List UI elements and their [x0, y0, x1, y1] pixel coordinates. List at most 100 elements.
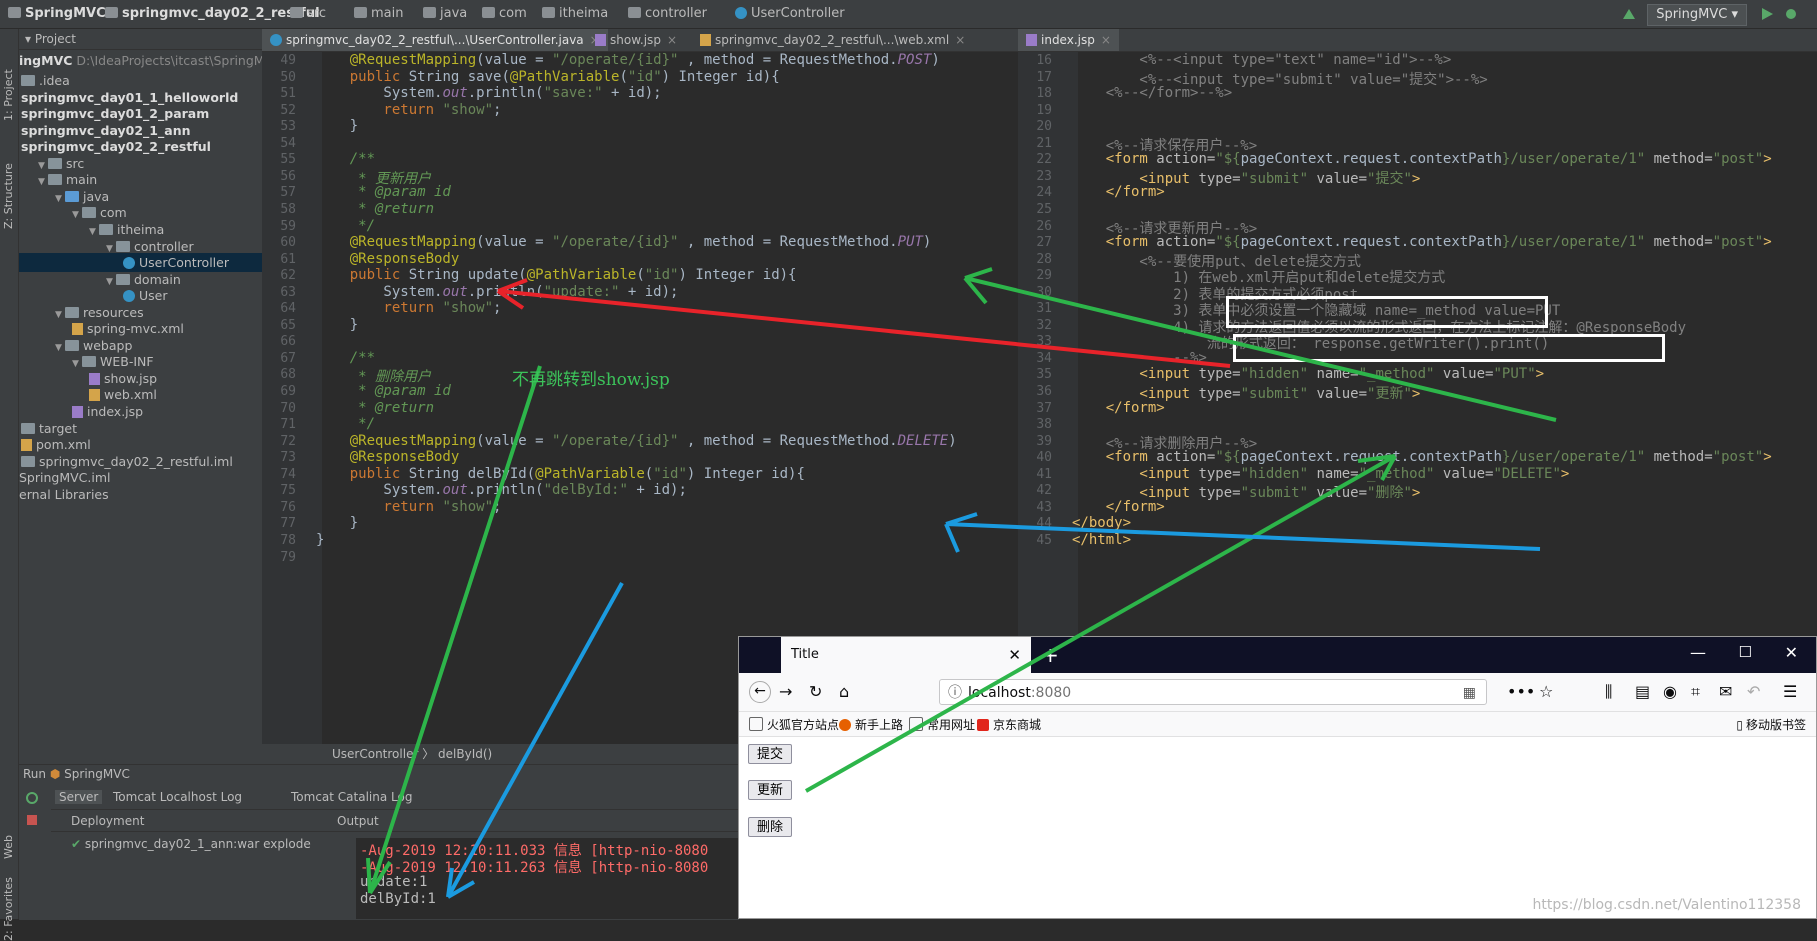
maximize-icon[interactable]: ☐: [1739, 643, 1752, 661]
minimize-icon[interactable]: —: [1690, 643, 1706, 662]
close-icon[interactable]: ✕: [1008, 637, 1021, 673]
page-actions-icon[interactable]: •••: [1507, 682, 1535, 701]
breadcrumb-class[interactable]: UserController: [735, 6, 845, 21]
project-tool-tab[interactable]: 1: Project: [2, 69, 15, 121]
undo-icon[interactable]: ↶: [1747, 682, 1760, 701]
code-line: </body>: [1072, 515, 1132, 532]
account-icon[interactable]: ◉: [1663, 682, 1677, 701]
screenshot-icon[interactable]: ⌗: [1691, 682, 1700, 702]
code-line: public String update(@PathVariable("id")…: [349, 267, 797, 284]
project-panel-header[interactable]: ▾ Project: [19, 29, 262, 50]
xml-file-icon: [700, 34, 711, 46]
line-number: 63: [280, 284, 296, 300]
tab-tomcat-catalina-log[interactable]: Tomcat Catalina Log: [291, 790, 412, 804]
tab-tomcat-localhost-log[interactable]: Tomcat Localhost Log: [113, 790, 242, 804]
bookmark-star-icon[interactable]: ☆: [1539, 682, 1553, 701]
line-number: 32: [1036, 317, 1052, 333]
deployment-item[interactable]: ✔ springmvc_day02_1_ann:war explode: [71, 837, 311, 851]
tree-item-label: domain: [134, 271, 181, 287]
folder-icon: [21, 422, 35, 434]
build-icon[interactable]: [1620, 5, 1638, 23]
code-line: @ResponseBody: [349, 250, 460, 267]
mobile-bookmarks[interactable]: ▯ 移动版书签: [1736, 716, 1806, 733]
run-configuration-select[interactable]: SpringMVC ▾: [1647, 4, 1747, 26]
window-close-icon[interactable]: ✕: [1785, 643, 1798, 662]
bookmark-common-urls[interactable]: 常用网址: [909, 716, 975, 733]
tree-item[interactable]: ernal Libraries: [19, 485, 109, 504]
line-number: 79: [280, 549, 296, 565]
code-line: return "show";: [349, 300, 502, 317]
close-icon[interactable]: ×: [955, 33, 965, 47]
tree-item-label: web.xml: [104, 387, 157, 403]
tab-web-xml[interactable]: springmvc_day02_2_restful\...\web.xml ×: [692, 29, 973, 51]
breadcrumb-java[interactable]: java: [423, 6, 467, 21]
rerun-icon[interactable]: [25, 791, 39, 805]
home-icon[interactable]: ⌂: [839, 682, 849, 701]
close-icon[interactable]: ×: [667, 33, 677, 47]
line-number: 77: [280, 516, 296, 532]
jsp-file-icon: [72, 406, 83, 418]
delete-button[interactable]: 删除: [748, 817, 793, 837]
bookmark-firefox-site[interactable]: 火狐官方站点: [749, 716, 839, 733]
tree-item-label: main: [66, 172, 98, 188]
class-icon: [270, 34, 282, 46]
folder-icon: [82, 207, 96, 219]
structure-tool-tab[interactable]: Z: Structure: [2, 163, 15, 229]
tree-item-label: WEB-INF: [100, 354, 154, 370]
line-number: 41: [1036, 466, 1052, 482]
tab-usercontroller[interactable]: springmvc_day02_2_restful\...\UserContro…: [262, 29, 608, 51]
tab-index-jsp[interactable]: index.jsp ×: [1018, 29, 1119, 51]
breadcrumb-itheima[interactable]: itheima: [542, 6, 608, 21]
code-line: * @return: [349, 399, 435, 416]
folder-icon: [21, 75, 35, 86]
debug-icon[interactable]: [1782, 5, 1800, 23]
breadcrumb-main[interactable]: main: [354, 6, 403, 21]
web-tool-tab[interactable]: Web: [2, 835, 15, 859]
breadcrumb-module[interactable]: springmvc_day02_2_restful: [105, 6, 320, 21]
tab-server[interactable]: Server: [55, 790, 103, 804]
bookmark-getting-started[interactable]: 新手上路: [839, 716, 903, 733]
line-number: 57: [280, 185, 296, 201]
qr-code-icon[interactable]: ▦: [1463, 680, 1476, 706]
code-line: <%--</form>--%>: [1072, 85, 1233, 102]
bookmark-jd-mall[interactable]: 京东商城: [977, 716, 1041, 733]
sidebar-icon[interactable]: ▤: [1635, 682, 1650, 701]
new-tab-icon[interactable]: +: [1042, 643, 1059, 667]
breadcrumb-com[interactable]: com: [482, 6, 527, 21]
line-number: 36: [1036, 384, 1052, 399]
url-bar[interactable]: ⓘ localhost:8080 ▦: [939, 679, 1487, 705]
folder-icon: [749, 717, 763, 731]
line-number: 68: [280, 367, 296, 383]
tree-item-label: spring-mvc.xml: [87, 321, 184, 337]
project-root[interactable]: ingMVC D:\IdeaProjects\itcast\SpringMV: [19, 51, 273, 70]
library-icon[interactable]: ⫼: [1605, 682, 1612, 702]
forward-icon[interactable]: →: [779, 682, 792, 701]
back-icon[interactable]: ←: [749, 681, 771, 703]
menu-icon[interactable]: ☰: [1783, 682, 1797, 701]
breadcrumb-controller[interactable]: controller: [628, 6, 707, 21]
bookmarks-bar: 火狐官方站点 新手上路 常用网址 京东商城 ▯ 移动版书签: [739, 712, 1816, 737]
tab-show-jsp[interactable]: show.jsp ×: [587, 29, 685, 51]
stop-icon[interactable]: [25, 813, 39, 827]
run-icon[interactable]: [1758, 5, 1776, 23]
console-output[interactable]: -Aug-2019 12:10:11.033 信息 [http-nio-8080…: [356, 838, 739, 919]
code-line: <input type="hidden" name="_method" valu…: [1072, 465, 1570, 482]
breadcrumb-src[interactable]: src: [290, 6, 326, 21]
line-number: 67: [280, 350, 296, 366]
class-icon: [123, 290, 135, 303]
breadcrumb-project[interactable]: SpringMVC: [8, 6, 106, 21]
info-icon[interactable]: ⓘ: [948, 680, 962, 706]
favorites-tool-tab[interactable]: 2: Favorites: [2, 877, 15, 941]
reload-icon[interactable]: ↻: [809, 682, 822, 701]
folder-icon: [65, 339, 79, 351]
editor-tabs-right: index.jsp ×: [1018, 29, 1817, 52]
code-line: return "show";: [349, 101, 502, 118]
submit-button[interactable]: 提交: [748, 744, 793, 764]
code-line: * @param id: [349, 184, 451, 201]
update-button[interactable]: 更新: [748, 780, 793, 800]
close-icon[interactable]: ×: [1101, 33, 1111, 47]
chat-icon[interactable]: ✉: [1719, 682, 1732, 701]
browser-tab[interactable]: Title ✕: [781, 637, 1031, 673]
folder-icon: [354, 7, 367, 18]
tree-item-label: webapp: [83, 337, 133, 353]
